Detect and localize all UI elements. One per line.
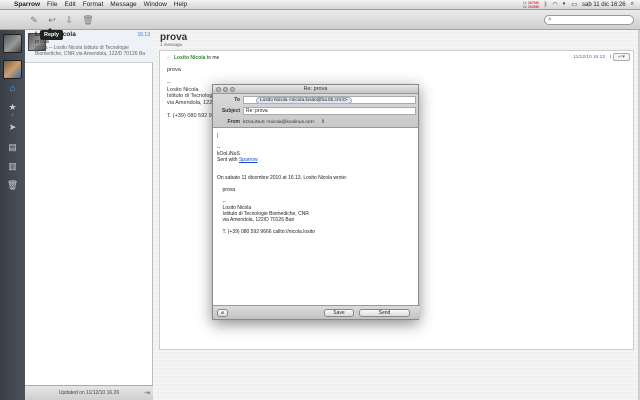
network-monitor[interactable]: U: 367MB D: 262MB: [523, 1, 539, 9]
message-preview: prova -- Losito Nicola Istituto di Tecno…: [35, 45, 146, 57]
wifi-icon[interactable]: ◠: [553, 1, 558, 8]
menu-help[interactable]: Help: [174, 1, 187, 8]
menubar-clock[interactable]: sab 11 dic 16:26: [582, 2, 626, 8]
popup-arrows-icon: ⇕: [320, 119, 326, 125]
send-button[interactable]: Send: [359, 309, 410, 317]
accounts-sidebar: ⌂ ★ 2 ➤ ▤ ▥ 🗑︎: [0, 30, 25, 400]
subject-field[interactable]: Re: prova: [243, 107, 416, 115]
compose-titlebar[interactable]: Re: prova: [213, 85, 418, 94]
from-line: Losito Nicola to me: [174, 55, 219, 61]
to-row: To Losito Nicola <nicola.losito@ba.itb.c…: [213, 95, 420, 105]
status-bar: Updated on 11/12/10 16.26 ⇥: [25, 385, 153, 400]
drafts-icon[interactable]: ▤: [0, 142, 25, 153]
menu-format[interactable]: Format: [83, 1, 104, 8]
menu-message[interactable]: Message: [110, 1, 136, 8]
reply-icon[interactable]: ↩: [46, 14, 58, 26]
from-value: kOoLiNuS <nicola@koolinus.net>: [243, 120, 315, 125]
subject-row: Subject Re: prova: [213, 106, 420, 116]
bluetooth-icon[interactable]: ᛒ: [544, 2, 548, 8]
thread-count: 1 message.: [160, 42, 184, 47]
sparrow-link[interactable]: Sparrow: [239, 157, 258, 163]
inbox-icon[interactable]: ⌂: [0, 83, 25, 93]
reply-tooltip: Reply: [40, 28, 63, 40]
spotlight-icon[interactable]: ⌕: [631, 1, 634, 8]
card-sender[interactable]: Losito Nicola: [174, 55, 205, 61]
message-body: prova -- Losito Nicola Istituto di Tecno…: [167, 67, 218, 119]
message-time: 16.13: [137, 32, 150, 38]
menu-file[interactable]: File: [47, 1, 57, 8]
app-menu[interactable]: Sparrow: [14, 1, 40, 8]
subject-label: Subject: [221, 108, 240, 114]
compose-footer: ⌀ Save Send: [213, 305, 420, 319]
to-field[interactable]: Losito Nicola <nicola.losito@ba.itb.cnr.…: [243, 96, 416, 104]
volume-icon[interactable]: 🔈︎: [563, 1, 567, 8]
star-icon[interactable]: ☆: [166, 55, 171, 62]
compose-icon[interactable]: ✎: [28, 14, 40, 26]
from-label: From: [227, 119, 241, 125]
starred-count: 2: [11, 112, 14, 117]
expand-icon[interactable]: ⇥: [144, 389, 150, 397]
paperclip-icon: ⌀: [220, 310, 224, 316]
body-signature: | -- kOoLiNuS Sent with: [217, 133, 240, 163]
search-input[interactable]: ⌕: [544, 15, 634, 25]
account-avatar[interactable]: [3, 34, 22, 53]
toolbar: ✎ ↩ ⇩ 🗑︎ ⌕: [0, 11, 640, 30]
message-list: Losito Nicola 16.13 prova prova -- Losit…: [25, 30, 153, 385]
menu-bar: Sparrow File Edit Format Message Window …: [0, 0, 640, 10]
compose-window: Re: prova To Losito Nicola <nicola.losit…: [212, 84, 420, 320]
compose-body[interactable]: | -- kOoLiNuS Sent with Sparrow On sabat…: [213, 129, 420, 306]
battery-icon[interactable]: ▭: [571, 1, 577, 8]
to-label: To: [234, 97, 240, 103]
attach-button[interactable]: ⌀: [217, 309, 228, 317]
sent-icon[interactable]: ➤: [0, 122, 25, 133]
archive-icon[interactable]: ⇩: [63, 14, 75, 26]
recipient-token[interactable]: Losito Nicola <nicola.losito@ba.itb.cnr.…: [256, 97, 352, 104]
trash-icon[interactable]: 🗑︎: [82, 14, 94, 26]
from-row: From kOoLiNuS <nicola@koolinus.net> ⇕: [213, 117, 420, 127]
network-down: D: 262MB: [523, 4, 539, 9]
trash-folder-icon[interactable]: 🗑︎: [0, 180, 25, 191]
network-up: U: 367MB: [523, 0, 539, 5]
account-avatar-secondary[interactable]: [3, 60, 22, 79]
card-time: 11/12/10 16.13: [573, 55, 605, 60]
menu-edit[interactable]: Edit: [65, 1, 76, 8]
compose-title: Re: prova: [303, 86, 328, 92]
all-mail-icon[interactable]: ▥: [0, 161, 25, 172]
save-button[interactable]: Save: [324, 309, 354, 317]
reply-menu-button[interactable]: ↩▾: [613, 53, 630, 61]
body-quoted: On sabato 11 dicembre 2010 at 16.13, Los…: [217, 175, 347, 235]
update-status: Updated on 11/12/10 16.26: [58, 390, 120, 396]
menu-window[interactable]: Window: [144, 1, 167, 8]
compose-headers: To Losito Nicola <nicola.losito@ba.itb.c…: [213, 94, 418, 128]
from-select[interactable]: kOoLiNuS <nicola@koolinus.net> ⇕: [243, 118, 325, 127]
card-recipient: to me: [206, 55, 220, 61]
search-icon: ⌕: [548, 16, 552, 23]
info-icon[interactable]: i: [610, 54, 611, 60]
